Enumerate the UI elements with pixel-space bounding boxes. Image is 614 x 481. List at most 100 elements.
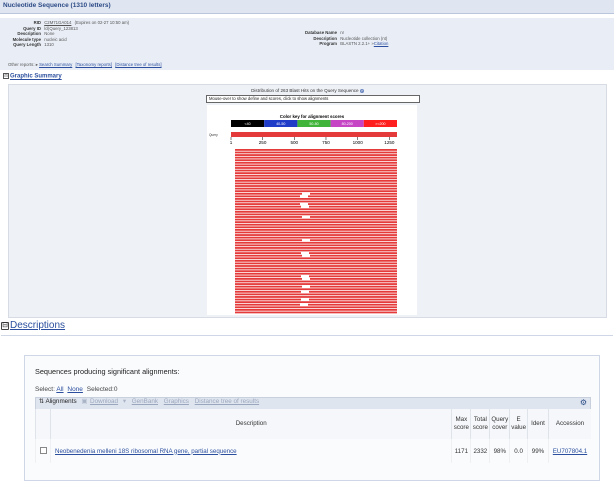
hit-bar[interactable] bbox=[235, 254, 302, 257]
hit-bar[interactable] bbox=[235, 280, 397, 283]
hit-bar[interactable] bbox=[235, 267, 397, 270]
hit-bar[interactable] bbox=[235, 203, 300, 205]
hit-bar[interactable] bbox=[235, 213, 397, 216]
hit-bar[interactable] bbox=[235, 200, 397, 203]
hit-bar[interactable] bbox=[235, 236, 397, 239]
hit-bar[interactable] bbox=[235, 195, 300, 198]
select-none-link[interactable]: None bbox=[67, 386, 83, 393]
accession-column-header[interactable]: Accession bbox=[548, 409, 591, 439]
hit-bars[interactable] bbox=[235, 149, 397, 314]
hit-bar[interactable] bbox=[235, 244, 397, 247]
hit-description-link[interactable]: Neobenedenia melleni 18S ribosomal RNA g… bbox=[55, 448, 237, 455]
hit-bar[interactable] bbox=[310, 216, 397, 218]
hit-bar[interactable] bbox=[235, 154, 397, 156]
taxonomy-reports-link[interactable]: [Taxonomy reports] bbox=[75, 62, 112, 67]
distance-tree-results-link[interactable]: Distance tree of results bbox=[195, 398, 259, 405]
collapse-toggle-icon[interactable]: ⊟ bbox=[1, 322, 9, 330]
hit-bar[interactable] bbox=[235, 164, 397, 167]
collapse-toggle-icon[interactable]: ⊟ bbox=[3, 73, 9, 79]
hit-bar[interactable] bbox=[235, 272, 397, 275]
citation-link[interactable]: Citation bbox=[374, 41, 389, 46]
query-cover-column-header[interactable]: Query cover bbox=[489, 409, 510, 439]
hit-bar[interactable] bbox=[309, 290, 397, 293]
graphics-link[interactable]: Graphics bbox=[164, 398, 189, 405]
graphic-summary-link[interactable]: Graphic Summary bbox=[10, 74, 62, 80]
hit-bar[interactable] bbox=[235, 306, 397, 309]
hit-bar[interactable] bbox=[235, 228, 397, 231]
hit-bar[interactable] bbox=[235, 198, 397, 200]
alignments-button[interactable]: Alignments bbox=[45, 398, 76, 405]
hit-bar[interactable] bbox=[235, 174, 397, 177]
hit-bar[interactable] bbox=[235, 231, 397, 234]
hit-bar[interactable] bbox=[235, 290, 301, 293]
ident-column-header[interactable]: Ident bbox=[527, 409, 549, 439]
hit-bar[interactable] bbox=[235, 179, 397, 182]
hit-bar[interactable] bbox=[235, 275, 301, 278]
hit-bar[interactable] bbox=[235, 156, 397, 159]
hit-bar[interactable] bbox=[235, 169, 397, 172]
hit-bar[interactable] bbox=[309, 252, 397, 254]
hit-bar[interactable] bbox=[309, 275, 397, 278]
help-icon[interactable]: ? bbox=[359, 88, 364, 93]
accession-link[interactable]: EU707804.1 bbox=[553, 448, 587, 455]
hit-bar[interactable] bbox=[235, 288, 397, 291]
hit-bar[interactable] bbox=[235, 270, 397, 273]
total-score-column-header[interactable]: Total score bbox=[470, 409, 490, 439]
hit-bar[interactable] bbox=[235, 249, 397, 252]
hit-bar[interactable] bbox=[310, 192, 397, 195]
hit-bar[interactable] bbox=[235, 301, 397, 304]
select-all-link[interactable]: All bbox=[56, 386, 63, 393]
hit-bar[interactable] bbox=[235, 159, 397, 162]
hit-bar[interactable] bbox=[235, 172, 397, 175]
hit-bar[interactable] bbox=[308, 203, 397, 205]
hit-bar[interactable] bbox=[235, 167, 397, 169]
hit-bar[interactable] bbox=[235, 311, 397, 314]
hit-bar[interactable] bbox=[310, 285, 397, 288]
hit-bar[interactable] bbox=[235, 192, 302, 195]
hit-bar[interactable] bbox=[309, 298, 397, 301]
hit-bar[interactable] bbox=[235, 241, 397, 244]
e-value-column-header[interactable]: E value bbox=[509, 409, 528, 439]
download-button[interactable]: Download bbox=[90, 398, 118, 405]
hit-bar[interactable] bbox=[235, 239, 302, 242]
sort-icon[interactable]: ⇅ bbox=[39, 398, 44, 405]
row-checkbox[interactable] bbox=[39, 446, 47, 454]
hit-bar[interactable] bbox=[235, 296, 397, 298]
hit-bar[interactable] bbox=[235, 218, 397, 221]
hit-bar[interactable] bbox=[235, 257, 397, 260]
descriptions-link[interactable]: Descriptions bbox=[10, 320, 65, 331]
hit-bar[interactable] bbox=[235, 262, 397, 265]
hit-bar[interactable] bbox=[310, 254, 397, 257]
hit-bar[interactable] bbox=[310, 239, 397, 242]
hit-bar[interactable] bbox=[235, 177, 397, 180]
hit-bar[interactable] bbox=[235, 216, 302, 218]
description-column-header[interactable]: Description bbox=[49, 409, 452, 439]
hit-bar[interactable] bbox=[308, 195, 397, 198]
hit-bar[interactable] bbox=[235, 226, 397, 229]
hit-bar[interactable] bbox=[308, 303, 397, 306]
hit-bar[interactable] bbox=[235, 285, 302, 288]
rid-link[interactable]: C2M71GA014 bbox=[42, 20, 71, 25]
search-summary-link[interactable]: Search Summary bbox=[39, 62, 72, 67]
hit-bar[interactable] bbox=[235, 293, 397, 296]
hit-bar[interactable] bbox=[235, 161, 397, 164]
hit-bar[interactable] bbox=[235, 221, 397, 224]
hit-bar[interactable] bbox=[235, 149, 397, 151]
hit-bar[interactable] bbox=[235, 283, 397, 285]
hit-bar[interactable] bbox=[235, 265, 397, 267]
hit-bar[interactable] bbox=[235, 252, 301, 254]
hit-bar[interactable] bbox=[235, 234, 397, 236]
genbank-link[interactable]: GenBank bbox=[132, 398, 158, 405]
hit-bar[interactable] bbox=[235, 223, 397, 226]
hit-bar[interactable] bbox=[235, 278, 302, 280]
hit-bar[interactable] bbox=[235, 303, 300, 306]
hit-bar[interactable] bbox=[235, 151, 397, 154]
hit-bar[interactable] bbox=[310, 278, 397, 280]
max-score-column-header[interactable]: Max score bbox=[451, 409, 471, 439]
hit-bar[interactable] bbox=[309, 205, 397, 208]
hit-bar[interactable] bbox=[235, 185, 397, 187]
hit-bar[interactable] bbox=[235, 210, 397, 213]
hit-bar[interactable] bbox=[235, 208, 397, 211]
hit-bar[interactable] bbox=[235, 182, 397, 185]
hit-bar[interactable] bbox=[235, 308, 397, 311]
